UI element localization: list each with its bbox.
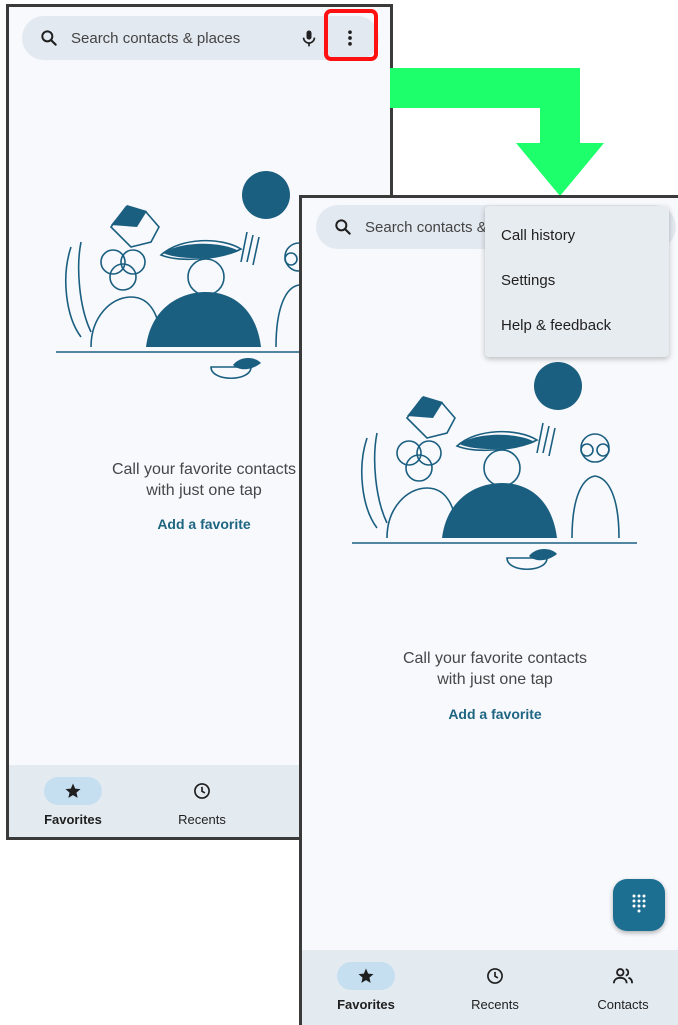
menu-item-call-history[interactable]: Call history <box>485 213 669 258</box>
nav-label-contacts: Contacts <box>597 997 649 1012</box>
nav-recents[interactable]: Recents <box>169 777 235 827</box>
contacts-icon <box>594 962 652 990</box>
message-line-2: with just one tap <box>146 482 262 499</box>
search-placeholder[interactable]: Search contacts & places <box>71 30 240 47</box>
message-line-2: with just one tap <box>437 671 553 688</box>
nav-label-recents: Recents <box>178 812 226 827</box>
dialpad-button[interactable] <box>613 879 665 931</box>
search-icon <box>333 217 353 237</box>
message-line-1: Call your favorite contacts <box>402 650 588 667</box>
clock-icon <box>466 962 524 990</box>
search-placeholder[interactable]: Search contacts & <box>365 219 487 236</box>
more-button-highlight <box>324 9 378 61</box>
overflow-menu: Call history Settings Help & feedback <box>485 206 669 357</box>
mic-icon[interactable] <box>299 28 319 48</box>
nav-label-favorites: Favorites <box>44 812 102 827</box>
step-arrow <box>390 68 604 196</box>
nav-recents[interactable]: Recents <box>462 962 528 1012</box>
nav-favorites[interactable]: Favorites <box>333 962 399 1012</box>
nav-label-recents: Recents <box>471 997 519 1012</box>
empty-state-message: Call your favorite contacts with just on… <box>89 459 319 501</box>
star-icon <box>44 777 102 805</box>
empty-state-message: Call your favorite contacts with just on… <box>380 648 610 690</box>
message-line-1: Call your favorite contacts <box>111 461 297 478</box>
phone-screen-menu-open: Search contacts & Call history Settings … <box>299 195 678 1025</box>
nav-contacts[interactable]: Contacts <box>590 962 656 1012</box>
nav-favorites[interactable]: Favorites <box>40 777 106 827</box>
add-favorite-link[interactable]: Add a favorite <box>119 516 289 532</box>
bottom-navigation: Favorites Recents Contacts <box>302 950 678 1025</box>
menu-item-settings[interactable]: Settings <box>485 258 669 303</box>
nav-label-favorites: Favorites <box>337 997 395 1012</box>
favorites-illustration <box>352 362 637 570</box>
search-icon <box>39 28 59 48</box>
clock-icon <box>173 777 231 805</box>
add-favorite-link[interactable]: Add a favorite <box>410 706 580 722</box>
dialpad-icon <box>629 893 649 918</box>
star-icon <box>337 962 395 990</box>
menu-item-help-feedback[interactable]: Help & feedback <box>485 303 669 348</box>
